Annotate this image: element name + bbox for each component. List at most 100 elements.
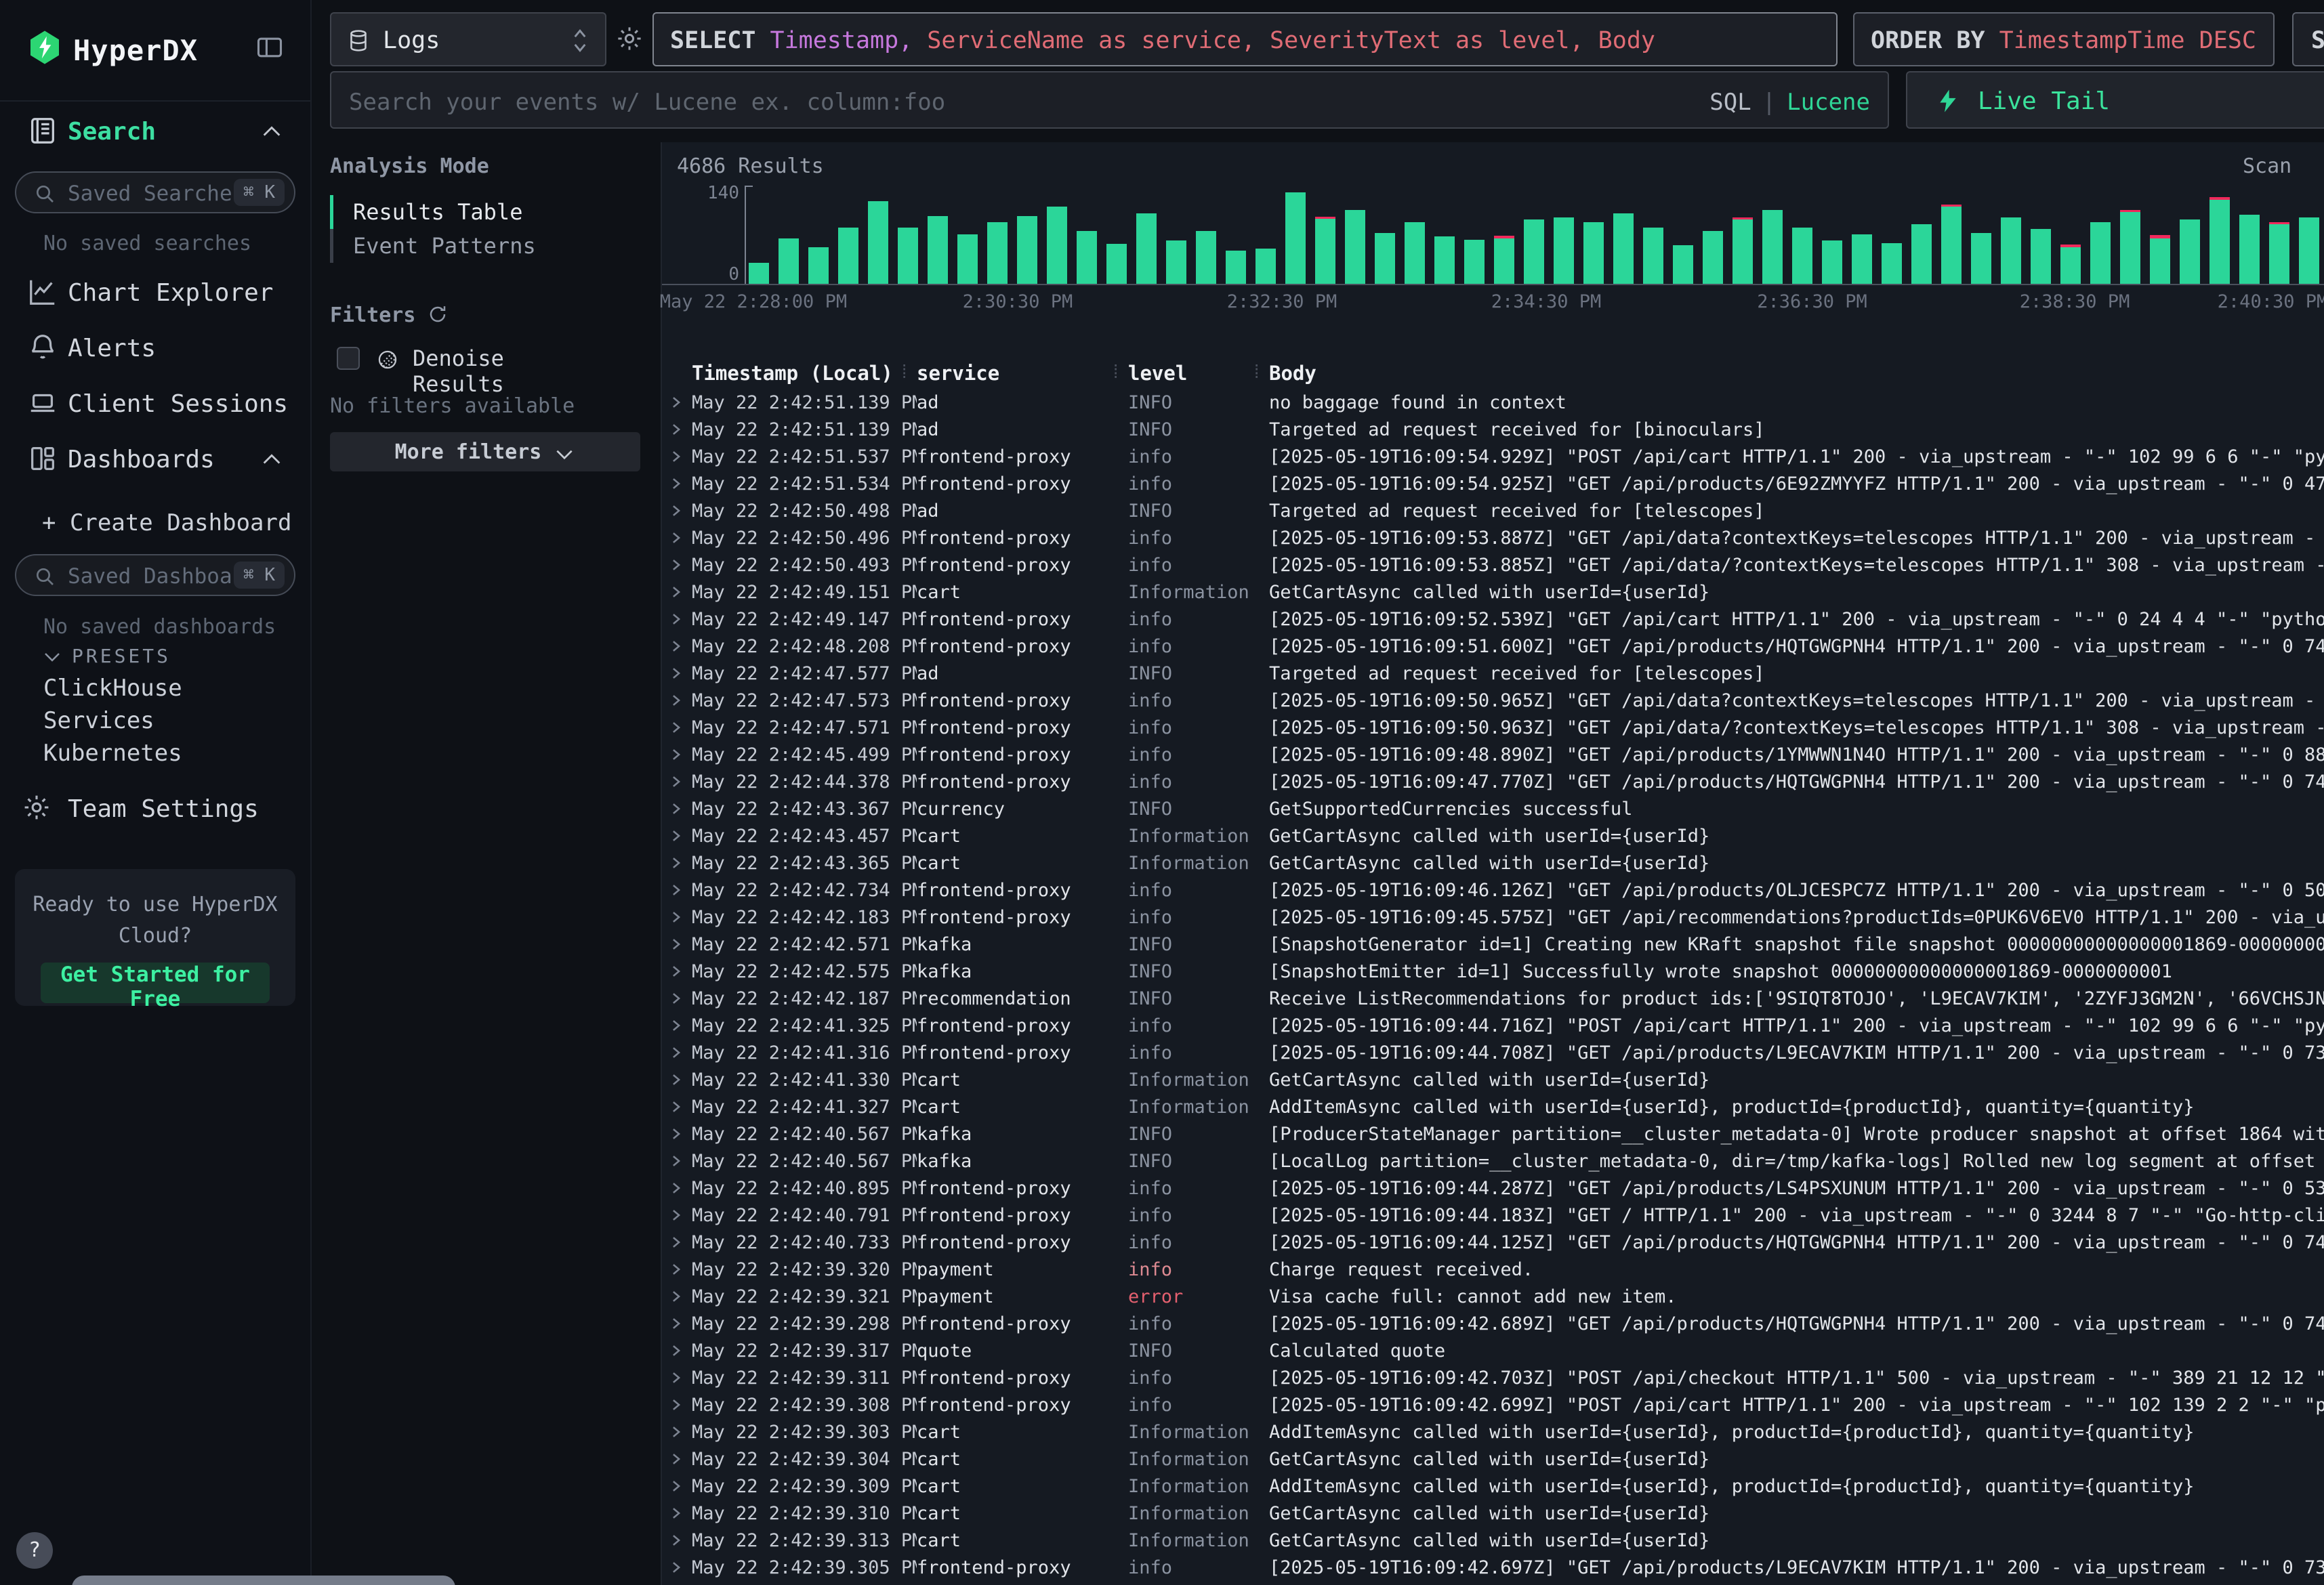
row-expand-chevron-icon[interactable] [662,612,692,627]
row-expand-chevron-icon[interactable] [662,449,692,464]
log-row[interactable]: May 22 2:42:40.567 PMkafkaINFO[ProducerS… [662,1120,2324,1147]
row-expand-chevron-icon[interactable] [662,1289,692,1304]
column-resize-handle[interactable]: ⁞ [1251,362,1262,384]
row-expand-chevron-icon[interactable] [662,395,692,410]
column-resize-handle[interactable]: ⁞ [898,362,910,384]
row-expand-chevron-icon[interactable] [662,422,692,437]
tab-results-table[interactable]: Results Table [330,195,536,229]
sidebar-item-client-sessions[interactable]: Client Sessions [0,382,310,425]
histogram-bar[interactable] [1166,240,1186,284]
search-events-input[interactable]: Search your events w/ Lucene ex. column:… [330,71,1889,129]
row-expand-chevron-icon[interactable] [662,964,692,979]
row-expand-chevron-icon[interactable] [662,747,692,762]
histogram-bar[interactable] [1106,244,1127,284]
more-filters-button[interactable]: More filters [330,432,640,471]
histogram-bar[interactable] [1405,222,1425,284]
histogram-bar[interactable] [1136,213,1157,284]
order-by-input[interactable]: ORDER BY TimestampTime DESC [1853,12,2275,66]
histogram-bar[interactable] [898,228,918,284]
row-expand-chevron-icon[interactable] [662,910,692,925]
histogram-bar[interactable] [1762,210,1783,284]
histogram-bar[interactable] [987,222,1008,284]
row-expand-chevron-icon[interactable] [662,937,692,952]
row-expand-chevron-icon[interactable] [662,991,692,1006]
log-row[interactable]: May 22 2:42:51.139 PMadINFOno baggage fo… [662,389,2324,416]
presets-section-toggle[interactable]: PRESETS [42,645,171,667]
histogram-bar[interactable] [2239,215,2260,284]
log-row[interactable]: May 22 2:42:43.365 PMcartInformationGetC… [662,849,2324,876]
row-expand-chevron-icon[interactable] [662,774,692,789]
log-row[interactable]: May 22 2:42:51.139 PMadINFOTargeted ad r… [662,416,2324,443]
refresh-icon[interactable] [428,304,448,324]
row-expand-chevron-icon[interactable] [662,801,692,816]
log-row[interactable]: May 22 2:42:39.317 PMquoteINFOCalculated… [662,1337,2324,1364]
sidebar-item-search[interactable]: Search [0,110,310,153]
histogram-bar[interactable] [838,228,858,284]
histogram-bar[interactable] [1971,233,1991,284]
preset-kubernetes[interactable]: Kubernetes [43,740,182,767]
log-row[interactable]: May 22 2:42:49.151 PMcartInformationGetC… [662,578,2324,606]
help-button[interactable]: ? [16,1532,53,1569]
histogram-bars[interactable] [749,186,2324,284]
chevron-up-icon[interactable] [260,451,283,467]
histogram-bar[interactable] [2180,219,2200,284]
log-row[interactable]: May 22 2:42:47.573 PMfrontend-proxyinfo[… [662,687,2324,714]
histogram-bar[interactable] [1673,245,1693,284]
log-row[interactable]: May 22 2:42:42.734 PMfrontend-proxyinfo[… [662,876,2324,904]
histogram-bar[interactable] [779,238,799,284]
row-expand-chevron-icon[interactable] [662,1072,692,1087]
row-expand-chevron-icon[interactable] [662,1235,692,1250]
histogram-bar[interactable] [1256,249,1276,284]
row-expand-chevron-icon[interactable] [662,1262,692,1277]
row-expand-chevron-icon[interactable] [662,1181,692,1196]
log-row[interactable]: May 22 2:42:39.309 PMcartInformationAddI… [662,1473,2324,1500]
histogram-bar[interactable] [1196,231,1216,284]
log-row[interactable]: May 22 2:42:39.313 PMcartInformationGetC… [662,1527,2324,1554]
histogram-bar[interactable] [1226,251,1246,284]
get-started-button[interactable]: Get Started for Free [41,963,270,1003]
sidebar-item-alerts[interactable]: Alerts [0,326,310,370]
preset-clickhouse[interactable]: ClickHouse [43,675,182,702]
saved-dashboards-input[interactable]: Saved Dashboards ⌘ K [15,554,295,596]
row-expand-chevron-icon[interactable] [662,1533,692,1548]
histogram-bar[interactable] [1375,233,1395,284]
log-row[interactable]: May 22 2:42:39.304 PMcartInformationGetC… [662,1445,2324,1473]
row-expand-chevron-icon[interactable] [662,1343,692,1358]
row-expand-chevron-icon[interactable] [662,1370,692,1385]
log-row[interactable]: May 22 2:42:40.567 PMkafkaINFO[LocalLog … [662,1147,2324,1175]
row-expand-chevron-icon[interactable] [662,639,692,654]
chevron-up-icon[interactable] [260,123,283,140]
histogram-bar[interactable] [808,247,829,284]
log-row[interactable]: May 22 2:42:40.733 PMfrontend-proxyinfo[… [662,1229,2324,1256]
histogram-bar[interactable] [1613,213,1634,284]
log-row[interactable]: May 22 2:42:42.187 PMrecommendationINFOR… [662,985,2324,1012]
log-row[interactable]: May 22 2:42:50.496 PMfrontend-proxyinfo[… [662,524,2324,551]
col-header-timestamp[interactable]: Timestamp (Local)⁞ [692,362,917,385]
row-expand-chevron-icon[interactable] [662,720,692,735]
log-row[interactable]: May 22 2:42:43.367 PMcurrencyINFOGetSupp… [662,795,2324,822]
save-button[interactable]: Sa [2292,12,2324,66]
log-row[interactable]: May 22 2:42:44.378 PMfrontend-proxyinfo[… [662,768,2324,795]
histogram-bar[interactable] [1285,192,1306,284]
log-row[interactable]: May 22 2:42:50.493 PMfrontend-proxyinfo[… [662,551,2324,578]
log-row[interactable]: May 22 2:42:39.320 PMpaymentinfoCharge r… [662,1256,2324,1283]
log-row[interactable]: May 22 2:42:39.308 PMfrontend-proxyinfo[… [662,1391,2324,1418]
row-expand-chevron-icon[interactable] [662,1397,692,1412]
log-row[interactable]: May 22 2:42:42.183 PMfrontend-proxyinfo[… [662,904,2324,931]
sidebar-item-chart-explorer[interactable]: Chart Explorer [0,271,310,314]
row-expand-chevron-icon[interactable] [662,1208,692,1223]
row-expand-chevron-icon[interactable] [662,828,692,843]
denoise-checkbox[interactable] [337,347,360,370]
log-row[interactable]: May 22 2:42:45.499 PMfrontend-proxyinfo[… [662,741,2324,768]
row-expand-chevron-icon[interactable] [662,530,692,545]
row-expand-chevron-icon[interactable] [662,585,692,599]
log-row[interactable]: May 22 2:42:51.537 PMfrontend-proxyinfo[… [662,443,2324,470]
row-expand-chevron-icon[interactable] [662,557,692,572]
col-header-service[interactable]: service⁞ [917,362,1128,385]
histogram-bar[interactable] [1732,217,1753,284]
log-row[interactable]: May 22 2:42:47.577 PMadINFOTargeted ad r… [662,660,2324,687]
histogram-bar[interactable] [868,201,888,284]
histogram-bar[interactable] [928,216,948,284]
column-resize-handle[interactable]: ⁞ [1110,362,1121,384]
col-header-level[interactable]: level⁞ [1128,362,1269,385]
